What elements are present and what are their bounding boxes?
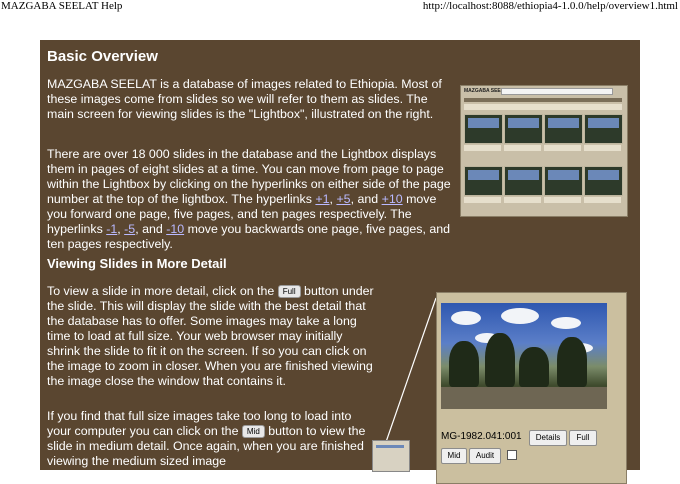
photo-cloud bbox=[551, 317, 581, 329]
lightbox-screenshot: MAZGABA SEELAT bbox=[460, 85, 628, 217]
link-plus-5[interactable]: +5 bbox=[336, 192, 350, 206]
link-minus-10[interactable]: -10 bbox=[166, 222, 184, 236]
slide-photo bbox=[441, 303, 607, 409]
nav-sep-4: , and bbox=[135, 222, 167, 236]
lightbox-shot-thumbnail bbox=[544, 166, 583, 196]
link-plus-1[interactable]: +1 bbox=[315, 192, 329, 206]
mid-button-illustration: Mid bbox=[241, 425, 265, 438]
lightbox-shot-thumbnail bbox=[464, 114, 503, 144]
mid-button[interactable]: Mid bbox=[441, 448, 467, 464]
photo-tree bbox=[519, 347, 549, 387]
lightbox-shot-thumbnail bbox=[544, 114, 583, 144]
page-url: http://localhost:8088/ethiopia4-1.0.0/he… bbox=[422, 0, 678, 12]
mid-view-paragraph: If you find that full size images take t… bbox=[47, 409, 374, 469]
lightbox-shot-page-nav bbox=[464, 104, 622, 110]
lightbox-shot-label bbox=[544, 197, 581, 203]
full-text-after: button under the slide. This will displa… bbox=[47, 284, 374, 388]
slide-detail-screenshot: MG-1982.041:001 Details Full Mid Audit bbox=[436, 292, 627, 484]
lightbox-shot-address-bar bbox=[501, 88, 613, 95]
navigation-paragraph: There are over 18 000 slides in the data… bbox=[47, 147, 452, 252]
intro-paragraph: MAZGABA SEELAT is a database of images r… bbox=[47, 77, 442, 121]
lightbox-shot-thumbnail bbox=[584, 166, 623, 196]
lightbox-shot-label bbox=[464, 197, 501, 203]
page-heading: Basic Overview bbox=[47, 48, 158, 65]
slide-id-label: MG-1982.041:001 bbox=[441, 431, 522, 442]
full-button[interactable]: Full bbox=[569, 430, 597, 446]
lightbox-shot-thumbnail bbox=[504, 166, 543, 196]
window-header: MAZGABA SEELAT Help http://localhost:808… bbox=[0, 0, 680, 14]
photo-cloud bbox=[501, 308, 539, 324]
audit-button[interactable]: Audit bbox=[469, 448, 501, 464]
lightbox-shot-label bbox=[544, 145, 581, 151]
photo-cloud bbox=[451, 311, 481, 325]
photo-tree bbox=[449, 341, 479, 387]
lightbox-shot-label bbox=[504, 197, 541, 203]
lightbox-shot-label bbox=[584, 197, 621, 203]
small-lightbox-screenshot bbox=[372, 440, 410, 472]
link-minus-5[interactable]: -5 bbox=[124, 222, 135, 236]
link-minus-1[interactable]: -1 bbox=[106, 222, 117, 236]
section-heading-detail: Viewing Slides in More Detail bbox=[47, 256, 227, 271]
full-view-paragraph: To view a slide in more detail, click on… bbox=[47, 284, 374, 389]
details-button[interactable]: Details bbox=[529, 430, 567, 446]
window-title: MAZGABA SEELAT Help bbox=[1, 0, 123, 12]
lightbox-shot-label bbox=[464, 145, 501, 151]
nav-sep-2: , and bbox=[350, 192, 382, 206]
lightbox-shot-label bbox=[504, 145, 541, 151]
lightbox-shot-thumbnail bbox=[464, 166, 503, 196]
lightbox-shot-toolbar bbox=[464, 98, 622, 102]
full-text-before: To view a slide in more detail, click on… bbox=[47, 284, 278, 298]
link-plus-10[interactable]: +10 bbox=[382, 192, 403, 206]
lightbox-shot-thumbnail bbox=[504, 114, 543, 144]
photo-tree bbox=[557, 337, 587, 387]
photo-ground bbox=[441, 387, 607, 409]
lightbox-shot-label bbox=[584, 145, 621, 151]
lightbox-shot-thumbnail bbox=[584, 114, 623, 144]
help-content-panel: Basic Overview MAZGABA SEELAT is a datab… bbox=[40, 40, 640, 484]
full-button-illustration: Full bbox=[277, 285, 301, 298]
photo-tree bbox=[485, 333, 515, 387]
